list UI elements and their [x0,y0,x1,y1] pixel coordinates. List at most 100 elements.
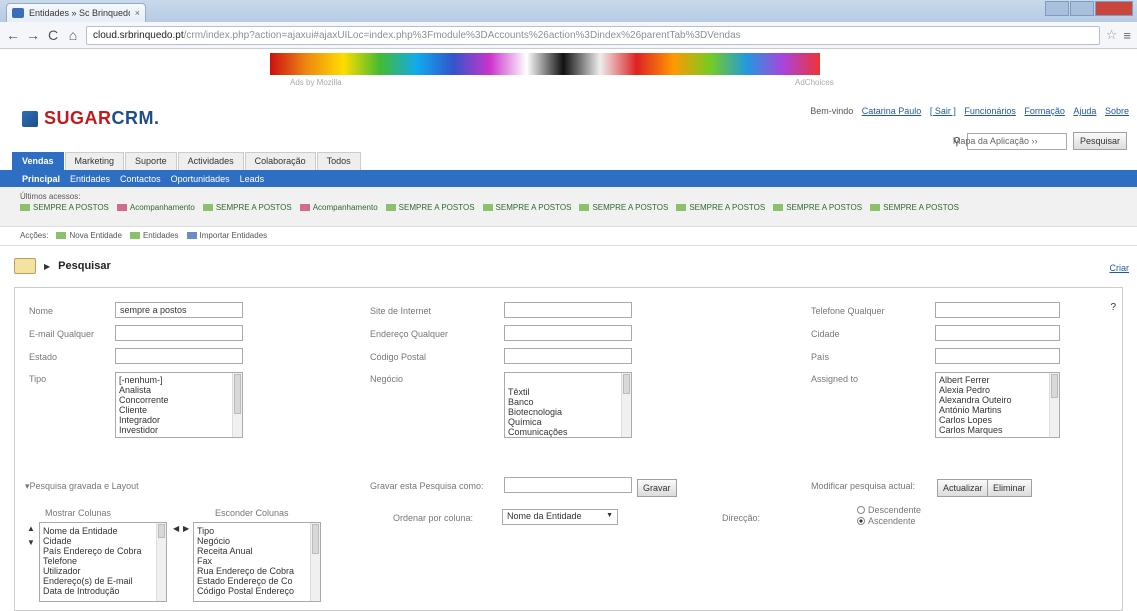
last-viewed-item[interactable]: SEMPRE A POSTOS [202,203,292,212]
tab-marketing[interactable]: Marketing [64,152,125,170]
assigned-scrollbar[interactable] [1049,373,1059,437]
last-viewed-item[interactable]: SEMPRE A POSTOS [870,203,959,212]
negocio-option[interactable]: Biotecnologia [505,407,631,417]
home-icon[interactable]: ⌂ [66,27,80,43]
url-field[interactable]: cloud.srbrinquedo.pt/crm/index.php?actio… [86,25,1100,45]
tipo-option[interactable]: [-nenhum-] [116,375,242,385]
last-viewed-item[interactable]: Acompanhamento [116,203,195,212]
last-viewed-item[interactable]: SEMPRE A POSTOS [482,203,571,212]
nome-input[interactable] [115,302,243,318]
radio-descendente-dot[interactable] [857,506,865,514]
move-left-icon[interactable]: ◀ [173,524,179,533]
action-import[interactable]: Importar Entidades [186,231,267,240]
delete-button[interactable]: Eliminar [987,479,1032,497]
show-column-option[interactable]: Cidade [40,536,166,546]
radio-ascendente-dot[interactable] [857,517,865,525]
last-viewed-item[interactable]: SEMPRE A POSTOS [20,203,109,212]
move-down-icon[interactable]: ▼ [27,538,35,547]
assigned-option[interactable]: Carlos Marques [936,425,1059,435]
move-up-icon[interactable]: ▲ [27,524,35,533]
hide-column-option[interactable]: Código Postal Endereço [194,586,320,596]
last-viewed-item[interactable]: Acompanhamento [299,203,378,212]
subtab-contactos[interactable]: Contactos [120,174,161,184]
last-viewed-item[interactable]: SEMPRE A POSTOS [773,203,862,212]
logout-link[interactable]: [ Sair ] [930,106,956,116]
close-window-icon[interactable] [1095,1,1133,16]
assigned-option[interactable]: António Martins [936,405,1059,415]
subtab-entidades[interactable]: Entidades [70,174,110,184]
last-viewed-item[interactable]: SEMPRE A POSTOS [676,203,765,212]
hide-column-option[interactable]: Estado Endereço de Co [194,576,320,586]
ad-banner[interactable] [270,53,820,75]
subtab-oportunidades[interactable]: Oportunidades [171,174,230,184]
move-right-icon[interactable]: ▶ [183,524,189,533]
tipo-scrollbar[interactable] [232,373,242,437]
link-ajuda[interactable]: Ajuda [1073,106,1096,116]
tab-actividades[interactable]: Actividades [177,152,244,170]
last-viewed-item[interactable]: SEMPRE A POSTOS [385,203,475,212]
assigned-option[interactable]: Alexia Pedro [936,385,1059,395]
tab-suporte[interactable]: Suporte [125,152,177,170]
save-search-input[interactable] [504,477,632,493]
assigned-option[interactable]: Alexandra Outeiro [936,395,1059,405]
tab-colaboracao[interactable]: Colaboração [244,152,316,170]
tab-todos[interactable]: Todos [316,152,361,170]
browser-tab[interactable]: Entidades » Sc Brinquedo × [6,3,146,22]
assigned-option[interactable]: Carlos Lopes [936,415,1059,425]
negocio-option[interactable]: Têxtil [505,387,631,397]
update-button[interactable]: Actualizar [937,479,989,497]
codigo-postal-input[interactable] [504,348,632,364]
tipo-option[interactable]: Analista [116,385,242,395]
global-search-button[interactable]: Pesquisar [1072,132,1127,150]
negocio-option[interactable]: Química [505,417,631,427]
help-icon[interactable]: ? [1110,302,1116,313]
show-column-option[interactable]: Utilizador [40,566,166,576]
ad-caption-right[interactable]: AdChoices [795,78,834,87]
subtab-leads[interactable]: Leads [240,174,265,184]
tab-vendas[interactable]: Vendas [12,152,64,170]
hide-column-option[interactable]: Fax [194,556,320,566]
hide-column-option[interactable]: Negócio [194,536,320,546]
telefone-input[interactable] [935,302,1060,318]
tipo-listbox[interactable]: [-nenhum-] Analista Concorrente Cliente Inte… [115,372,243,438]
endereco-input[interactable] [504,325,632,341]
negocio-scrollbar[interactable] [621,373,631,437]
save-button[interactable]: Gravar [637,479,677,497]
back-icon[interactable]: ← [6,27,20,43]
hide-column-option[interactable]: Rua Endereço de Cobra [194,566,320,576]
estado-input[interactable] [115,348,243,364]
subtab-principal[interactable]: Principal [22,174,60,184]
tipo-option[interactable]: Investidor [116,425,242,435]
minimize-icon[interactable] [1045,1,1069,16]
assigned-listbox[interactable]: Albert Ferrer Alexia Pedro Alexandra Outei… [935,372,1060,438]
link-formacao[interactable]: Formação [1024,106,1065,116]
tipo-option[interactable]: Concorrente [116,395,242,405]
link-sobre[interactable]: Sobre [1105,106,1129,116]
show-columns-listbox[interactable]: Nome da Entidade Cidade País Endereço de C… [39,522,167,602]
action-accounts[interactable]: Entidades [129,231,179,240]
hide-columns-scrollbar[interactable] [310,523,320,601]
sitemap-link[interactable]: Mapa da Aplicação ›› [953,136,1038,146]
pais-input[interactable] [935,348,1060,364]
tipo-option[interactable]: Cliente [116,405,242,415]
show-column-option[interactable]: Data de Introdução [40,586,166,596]
browser-menu-icon[interactable]: ≡ [1123,28,1131,43]
maximize-icon[interactable] [1070,1,1094,16]
tipo-option[interactable]: Integrador [116,415,242,425]
user-link[interactable]: Catarina Paulo [862,106,922,116]
negocio-listbox[interactable]: Têxtil Banco Biotecnologia Química Comunicaç… [504,372,632,438]
create-link[interactable]: Criar [1110,263,1130,273]
hide-columns-listbox[interactable]: Tipo Negócio Receita Anual Fax Rua Endereço … [193,522,321,602]
hide-column-option[interactable]: Tipo [194,526,320,536]
show-column-option[interactable]: País Endereço de Cobra [40,546,166,556]
link-funcionarios[interactable]: Funcionários [964,106,1016,116]
hide-column-option[interactable]: Receita Anual [194,546,320,556]
forward-icon[interactable]: → [26,27,40,43]
site-input[interactable] [504,302,632,318]
action-new-account[interactable]: Nova Entidade [56,231,122,240]
sugarcrm-logo[interactable]: SUGARCRM. [22,108,160,129]
reload-icon[interactable]: C [46,27,60,43]
show-column-option[interactable]: Telefone [40,556,166,566]
negocio-option[interactable]: Comunicações [505,427,631,437]
show-columns-scrollbar[interactable] [156,523,166,601]
